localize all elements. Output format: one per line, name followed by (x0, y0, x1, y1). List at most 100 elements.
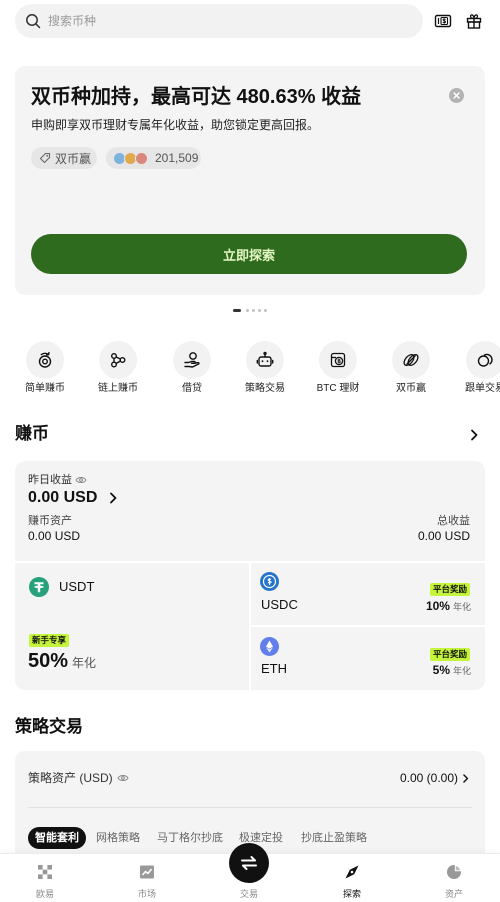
chevron-right-icon (463, 773, 469, 783)
coupon-icon[interactable] (434, 12, 452, 30)
product-tag-label: 双币赢 (55, 151, 92, 166)
carousel-dot[interactable] (252, 309, 255, 312)
nav-item-assets[interactable]: 资产 (414, 854, 494, 902)
platform-reward-badge: 平台奖励 (430, 648, 470, 661)
coin-name: USDT (59, 579, 95, 594)
close-icon[interactable] (449, 88, 464, 103)
shortcut-row: 简单赚币 链上赚币 借贷 策略交易 BTC 理财 双币赢 跟单交易 (0, 338, 500, 402)
nav-item-home[interactable]: 欧易 (5, 854, 85, 902)
tab-smart-arbitrage[interactable]: 智能套利 (28, 827, 86, 849)
rate-unit: 年化 (72, 656, 97, 670)
product-usdc[interactable]: USDC 平台奖励 10% 年化 (251, 563, 485, 625)
chevron-right-icon[interactable] (467, 428, 481, 442)
rate-value: 10% (425, 599, 450, 613)
tab-grid-strategy[interactable]: 网格策略 (96, 827, 140, 849)
shortcut-onchain-earn[interactable]: 链上赚币 (83, 338, 153, 402)
shortcut-copy-trading[interactable]: 跟单交易 (450, 338, 500, 402)
nav-label: 交易 (239, 889, 258, 899)
hand-coin-icon (184, 352, 200, 368)
explore-button[interactable]: 立即探索 (31, 234, 467, 274)
avatar-group (113, 151, 149, 165)
shortcut-label: BTC 理财 (316, 383, 360, 394)
nav-label: 市场 (137, 889, 156, 899)
exchange-arrows-icon (241, 856, 257, 870)
trade-button[interactable] (229, 843, 269, 883)
copy-trade-icon (477, 353, 493, 367)
rate-unit: 年化 (452, 666, 471, 676)
search-input[interactable] (48, 4, 408, 38)
shortcut-dual-invest[interactable]: 双币赢 (376, 338, 446, 402)
shortcut-strategy-trading[interactable]: 策略交易 (230, 338, 300, 402)
platform-reward-badge: 平台奖励 (430, 583, 470, 596)
market-chart-icon (140, 865, 154, 879)
tag-icon (39, 152, 51, 164)
robot-icon (256, 351, 274, 367)
carousel-dot[interactable] (246, 309, 249, 312)
apr-rate: 10% 年化 (426, 599, 471, 613)
nav-label: 资产 (444, 889, 463, 899)
nav-label: 欧易 (35, 889, 54, 899)
shortcut-label: 简单赚币 (25, 383, 65, 394)
banner-title: 双币种加持，最高可达 480.63% 收益 (31, 86, 362, 108)
participants-count: 201,509 (155, 151, 199, 165)
total-earnings-value: 0.00 USD (417, 529, 470, 543)
shortcut-label: 双币赢 (396, 383, 426, 394)
shortcut-label: 借贷 (182, 383, 202, 394)
btc-box-icon (330, 352, 346, 368)
carousel-dot-active[interactable] (233, 309, 241, 312)
strategy-assets-label: 策略资产 (USD) (28, 771, 113, 785)
shortcut-label: 链上赚币 (98, 383, 138, 394)
search-bar[interactable] (15, 4, 423, 38)
eye-icon[interactable] (117, 774, 129, 782)
product-eth[interactable]: ETH 平台奖励 5% 年化 (251, 627, 485, 690)
rate-value: 50% (28, 650, 69, 672)
eth-coin-icon (260, 637, 279, 656)
shortcut-btc-wealth[interactable]: BTC 理财 (303, 338, 373, 402)
earn-section-title: 赚币 (15, 424, 49, 443)
banner-subtitle: 申购即享双币理财专属年化收益，助您锁定更高回报。 (31, 118, 320, 132)
chevron-right-icon[interactable] (106, 491, 120, 505)
shortcut-label: 策略交易 (245, 383, 285, 394)
nav-label: 探索 (342, 889, 361, 899)
rate-unit: 年化 (452, 602, 471, 612)
apr-rate: 5% 年化 (433, 663, 471, 677)
total-earnings-label: 总收益 (437, 515, 470, 527)
shortcut-loan[interactable]: 借贷 (157, 338, 227, 402)
product-tag[interactable]: 双币赢 (31, 147, 97, 169)
tab-martingale[interactable]: 马丁格尔抄底 (157, 827, 223, 849)
rate-value: 5% (432, 663, 450, 677)
earn-assets-value: 0.00 USD (28, 529, 81, 543)
divider (28, 807, 472, 808)
strategy-assets-value: 0.00 (0.00) (399, 771, 458, 785)
earn-assets-label: 赚币资产 (28, 515, 72, 527)
yesterday-earnings-label: 昨日收益 (28, 474, 72, 486)
chain-nodes-icon (111, 353, 126, 368)
search-icon (26, 14, 41, 29)
usdc-coin-icon (260, 572, 279, 591)
shortcut-simple-earn[interactable]: 简单赚币 (10, 338, 80, 402)
dual-coin-icon (403, 353, 419, 367)
gift-icon[interactable] (465, 12, 483, 30)
participants-tag: 201,509 (106, 147, 201, 169)
carousel-dot[interactable] (258, 309, 261, 312)
promo-banner[interactable]: 双币种加持，最高可达 480.63% 收益 申购即享双币理财专属年化收益，助您锁… (15, 66, 485, 295)
compass-icon (345, 865, 359, 879)
carousel-dot[interactable] (264, 309, 267, 312)
coin-name: ETH (261, 661, 287, 676)
avatar (135, 151, 148, 165)
coin-name: USDC (261, 597, 298, 612)
tab-dip-take-profit[interactable]: 抄底止盈策略 (301, 827, 367, 849)
shortcut-label: 跟单交易 (465, 383, 500, 394)
nav-item-explore[interactable]: 探索 (312, 854, 392, 902)
pie-chart-icon (447, 864, 462, 879)
product-usdt[interactable]: USDT 新手专享 50% 年化 (15, 563, 249, 690)
explore-screen: 双币种加持，最高可达 480.63% 收益 申购即享双币理财专属年化收益，助您锁… (0, 0, 500, 902)
strategy-assets-link[interactable]: 0.00 (0.00) (400, 770, 471, 786)
apr-rate: 50% 年化 (28, 649, 96, 673)
okx-logo-icon (38, 865, 52, 879)
earn-card: 昨日收益 0.00 USD 赚币资产 0.00 USD 总收益 0.00 USD… (15, 461, 485, 690)
coin-cycle-icon (38, 351, 52, 368)
eye-icon[interactable] (75, 476, 87, 484)
yesterday-earnings-value[interactable]: 0.00 USD (28, 488, 97, 508)
nav-item-market[interactable]: 市场 (107, 854, 187, 902)
